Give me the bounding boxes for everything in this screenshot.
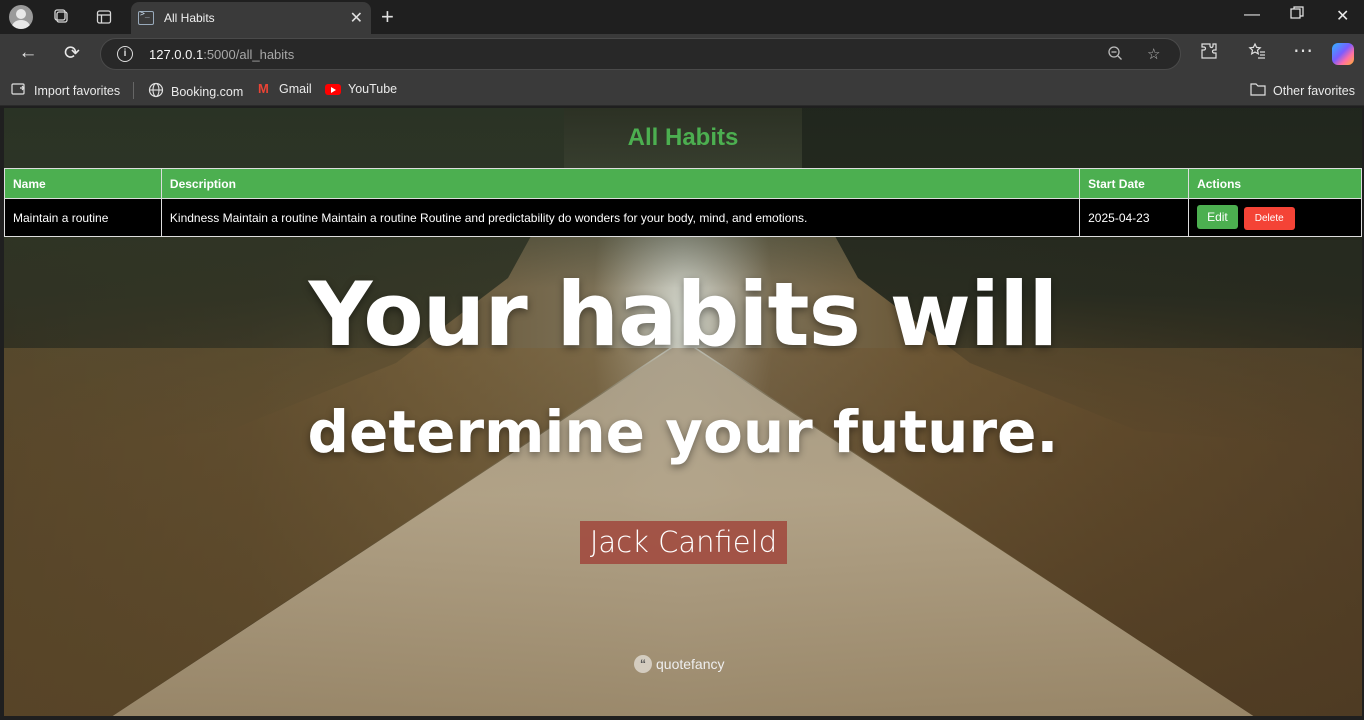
copilot-icon[interactable] xyxy=(1332,43,1354,65)
workspaces-icon[interactable] xyxy=(49,5,75,29)
bookmark-label: Other favorites xyxy=(1273,83,1355,98)
bookmark-label: Gmail xyxy=(279,82,312,96)
column-header-start-date: Start Date xyxy=(1079,168,1190,199)
terminal-icon xyxy=(138,9,154,25)
new-tab-icon[interactable]: + xyxy=(381,4,394,30)
bookmark-import-favorites[interactable]: Import favorites xyxy=(11,82,120,99)
bookmark-youtube[interactable]: YouTube xyxy=(325,82,397,96)
habit-description-cell: Kindness Maintain a routine Maintain a r… xyxy=(160,198,1081,237)
gmail-icon xyxy=(258,81,272,96)
quotefancy-watermark: “ quotefancy xyxy=(634,655,725,673)
column-header-actions: Actions xyxy=(1188,168,1362,199)
refresh-icon[interactable]: ⟳ xyxy=(60,42,84,65)
zoom-out-icon[interactable] xyxy=(1107,45,1123,65)
url-text[interactable]: 127.0.0.1:5000/all_habits xyxy=(149,47,294,62)
quote-icon: “ xyxy=(634,655,652,673)
restore-icon[interactable] xyxy=(1290,6,1304,25)
bookmark-label: YouTube xyxy=(348,82,398,96)
table-row: Maintain a routine Kindness Maintain a r… xyxy=(4,198,1362,237)
habit-name-cell: Maintain a routine xyxy=(4,198,162,237)
quote-line-2: determine your future. xyxy=(307,398,1059,466)
table-header-row: Name Description Start Date Actions xyxy=(4,168,1362,199)
url-host: 127.0.0.1 xyxy=(149,47,204,62)
favorites-icon[interactable] xyxy=(1248,42,1266,65)
profile-avatar[interactable] xyxy=(9,5,33,29)
bookmarks-divider xyxy=(133,82,134,99)
habit-start-date-cell: 2025-04-23 xyxy=(1079,198,1190,237)
youtube-icon xyxy=(325,83,341,95)
url-path: :5000/all_habits xyxy=(203,47,295,62)
delete-button[interactable]: Delete xyxy=(1243,207,1295,230)
minimize-icon[interactable]: — xyxy=(1244,6,1260,24)
import-icon xyxy=(11,82,27,99)
navigation-bar: ← ⟳ i 127.0.0.1:5000/all_habits ☆ ⋯ xyxy=(0,34,1364,74)
tab-title: All Habits xyxy=(164,11,215,25)
more-menu-icon[interactable]: ⋯ xyxy=(1293,38,1313,63)
edit-button[interactable]: Edit xyxy=(1197,205,1238,229)
page-content: All Habits Name Description Start Date A… xyxy=(4,108,1362,716)
close-tab-icon[interactable]: ✕ xyxy=(350,8,363,28)
browser-titlebar: All Habits ✕ + — ✕ xyxy=(0,0,1364,34)
bookmark-booking[interactable]: Booking.com xyxy=(148,82,243,101)
close-window-icon[interactable]: ✕ xyxy=(1336,6,1349,26)
site-info-icon[interactable]: i xyxy=(117,46,133,62)
globe-icon xyxy=(148,82,164,101)
folder-icon xyxy=(1250,82,1266,99)
column-header-name: Name xyxy=(4,168,162,199)
quote-author: Jack Canfield xyxy=(580,521,787,564)
address-bar[interactable]: i 127.0.0.1:5000/all_habits ☆ xyxy=(100,38,1181,70)
quote-line-1: Your habits will xyxy=(308,263,1059,366)
bookmark-other-favorites[interactable]: Other favorites xyxy=(1250,82,1355,99)
bookmark-label: Import favorites xyxy=(34,83,121,98)
favorite-star-icon[interactable]: ☆ xyxy=(1147,45,1160,63)
column-header-description: Description xyxy=(160,168,1081,199)
watermark-text: quotefancy xyxy=(656,656,725,672)
page-title: All Habits xyxy=(627,124,739,151)
bookmark-gmail[interactable]: Gmail xyxy=(258,81,312,97)
active-tab[interactable]: All Habits ✕ xyxy=(131,2,371,34)
habit-actions-cell: Edit Delete xyxy=(1188,198,1362,237)
bookmarks-bar: Import favorites Booking.com Gmail YouTu… xyxy=(0,74,1364,106)
vertical-tabs-icon[interactable] xyxy=(91,5,117,29)
extensions-icon[interactable] xyxy=(1200,42,1218,65)
habits-table: Name Description Start Date Actions Main… xyxy=(4,168,1362,237)
bookmark-label: Booking.com xyxy=(171,84,244,99)
back-icon[interactable]: ← xyxy=(16,42,40,64)
